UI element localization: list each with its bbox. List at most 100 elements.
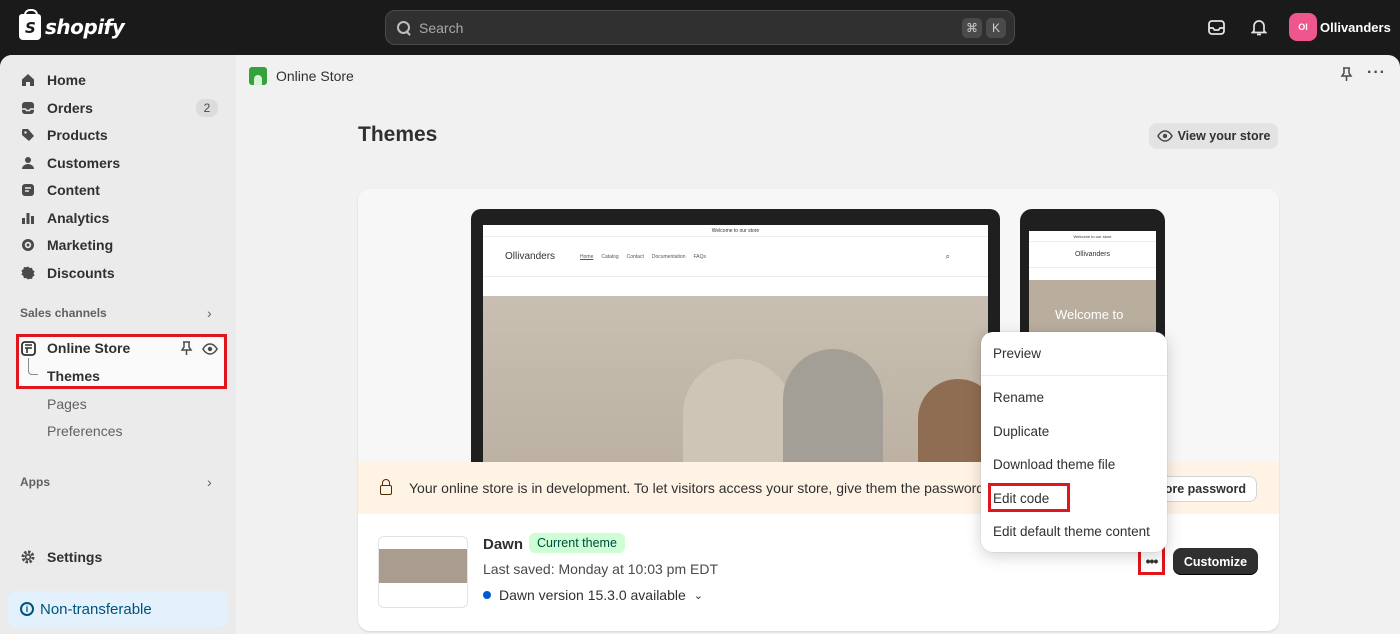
banner-text: Your online store is in development. To … <box>409 480 988 496</box>
update-dot-icon <box>483 591 491 599</box>
sidebar-item-home[interactable]: Home <box>10 67 224 93</box>
avatar[interactable]: Ol <box>1289 13 1317 41</box>
last-saved-text: Last saved: Monday at 10:03 pm EDT <box>483 561 719 577</box>
non-transferable-notice[interactable]: i Non-transferable <box>8 591 228 627</box>
announcement-bar: Welcome to our store <box>483 225 988 237</box>
search-input[interactable]: Search ⌘ K <box>385 10 1015 45</box>
shop-nav-link: Documentation <box>651 253 686 260</box>
search-icon <box>396 20 411 35</box>
hero-arch <box>783 349 883 469</box>
shop-nav-link: Contact <box>626 253 644 260</box>
thumbnail-hero <box>379 549 467 583</box>
top-bar: S shopify Search ⌘ K Ol Ollivanders <box>0 0 1400 55</box>
breadcrumb: Online Store <box>249 67 354 85</box>
logo-text: shopify <box>45 15 125 39</box>
sidebar-item-label: Settings <box>47 549 103 565</box>
shop-nav-link: Home <box>580 253 594 260</box>
store-name[interactable]: Ollivanders <box>1320 20 1391 35</box>
menu-divider <box>981 375 1167 376</box>
sidebar-item-label: Discounts <box>47 265 115 281</box>
sidebar-item-label: Home <box>47 72 86 88</box>
view-store-button[interactable]: View your store <box>1149 123 1278 149</box>
breadcrumb-label[interactable]: Online Store <box>276 68 354 84</box>
shop-search-icon: ⌕ <box>945 251 950 261</box>
sidebar-item-marketing[interactable]: Marketing <box>10 232 224 258</box>
online-store-icon <box>249 67 267 85</box>
chevron-down-icon: ⌄ <box>693 589 703 602</box>
sidebar-item-label: Customers <box>47 155 121 171</box>
shop-nav-link: Catalog <box>601 253 619 260</box>
lock-icon <box>380 479 392 495</box>
orders-count-badge: 2 <box>196 99 218 117</box>
tag-icon <box>20 127 36 143</box>
command-key: ⌘ <box>962 18 982 38</box>
menu-item-rename[interactable]: Rename <box>993 390 1044 405</box>
chevron-right-icon[interactable]: › <box>207 305 212 321</box>
sidebar-item-label: Products <box>47 127 108 143</box>
content-icon <box>20 182 36 198</box>
hero-arch <box>918 379 988 469</box>
shop-brand: Ollivanders <box>505 251 556 262</box>
page-title: Themes <box>358 123 438 146</box>
discount-icon <box>20 265 36 281</box>
hero-text: Welcome to <box>1055 307 1124 322</box>
notice-label: Non-transferable <box>40 600 152 618</box>
orders-icon <box>20 100 36 116</box>
menu-item-edit-default-content[interactable]: Edit default theme content <box>993 524 1150 539</box>
theme-actions-menu: Preview Rename Duplicate Download theme … <box>981 332 1167 552</box>
info-icon: i <box>20 602 34 616</box>
shop-header: Ollivanders Home Catalog Contact Documen… <box>483 237 988 277</box>
pin-icon[interactable] <box>1340 67 1353 87</box>
target-icon <box>20 237 36 253</box>
eye-icon <box>1156 130 1173 142</box>
person-icon <box>20 155 36 171</box>
version-text: Dawn version 15.3.0 available <box>499 587 686 603</box>
version-update-link[interactable]: Dawn version 15.3.0 available ⌄ <box>483 587 703 603</box>
home-icon <box>20 72 36 88</box>
hero-arch <box>683 359 793 469</box>
customize-button[interactable]: Customize <box>1173 548 1258 575</box>
sidebar: Home Orders 2 Products Customers Content… <box>0 55 236 634</box>
menu-item-duplicate[interactable]: Duplicate <box>993 424 1049 439</box>
sales-channels-heading[interactable]: Sales channels <box>20 306 107 320</box>
chevron-right-icon[interactable]: › <box>207 474 212 490</box>
chart-icon <box>20 210 36 226</box>
shop-nav-link: FAQs <box>693 253 706 260</box>
sidebar-sub-item-pages[interactable]: Pages <box>47 396 87 412</box>
menu-item-preview[interactable]: Preview <box>993 346 1041 361</box>
sidebar-sub-item-preferences[interactable]: Preferences <box>47 423 122 439</box>
desktop-screen: Welcome to our store Ollivanders Home Ca… <box>483 225 988 469</box>
theme-name: Dawn <box>483 536 524 553</box>
sidebar-item-label: Marketing <box>47 237 114 253</box>
sidebar-item-discounts[interactable]: Discounts <box>10 260 224 286</box>
shop-brand: Ollivanders <box>1029 242 1156 268</box>
desktop-preview: Welcome to our store Ollivanders Home Ca… <box>471 209 1000 469</box>
menu-item-download[interactable]: Download theme file <box>993 457 1115 472</box>
shopify-bag-icon: S <box>19 9 41 40</box>
bell-icon[interactable] <box>1248 16 1270 38</box>
sidebar-item-content[interactable]: Content <box>10 177 224 203</box>
highlight-box <box>16 334 227 389</box>
current-theme-badge: Current theme <box>529 533 625 553</box>
more-icon[interactable]: ··· <box>1367 64 1386 82</box>
sidebar-item-label: Analytics <box>47 210 110 226</box>
view-store-label: View your store <box>1177 129 1271 143</box>
search-placeholder: Search <box>419 19 464 36</box>
sidebar-item-label: Orders <box>47 100 93 116</box>
sidebar-item-analytics[interactable]: Analytics <box>10 205 224 231</box>
gear-icon <box>20 549 36 565</box>
shop-hero-image <box>483 296 988 469</box>
sidebar-item-products[interactable]: Products <box>10 122 224 148</box>
app-frame: Home Orders 2 Products Customers Content… <box>0 55 1400 634</box>
sidebar-item-label: Content <box>47 182 100 198</box>
highlight-box <box>988 483 1070 512</box>
sidebar-item-settings[interactable]: Settings <box>10 544 224 570</box>
apps-heading[interactable]: Apps <box>20 475 50 489</box>
inbox-icon[interactable] <box>1205 16 1227 38</box>
shopify-logo[interactable]: S shopify <box>19 9 125 40</box>
k-key: K <box>986 18 1006 38</box>
announcement-bar: Welcome to our store <box>1029 231 1156 242</box>
theme-thumbnail[interactable] <box>378 536 468 608</box>
sidebar-item-orders[interactable]: Orders 2 <box>10 95 224 121</box>
sidebar-item-customers[interactable]: Customers <box>10 150 224 176</box>
